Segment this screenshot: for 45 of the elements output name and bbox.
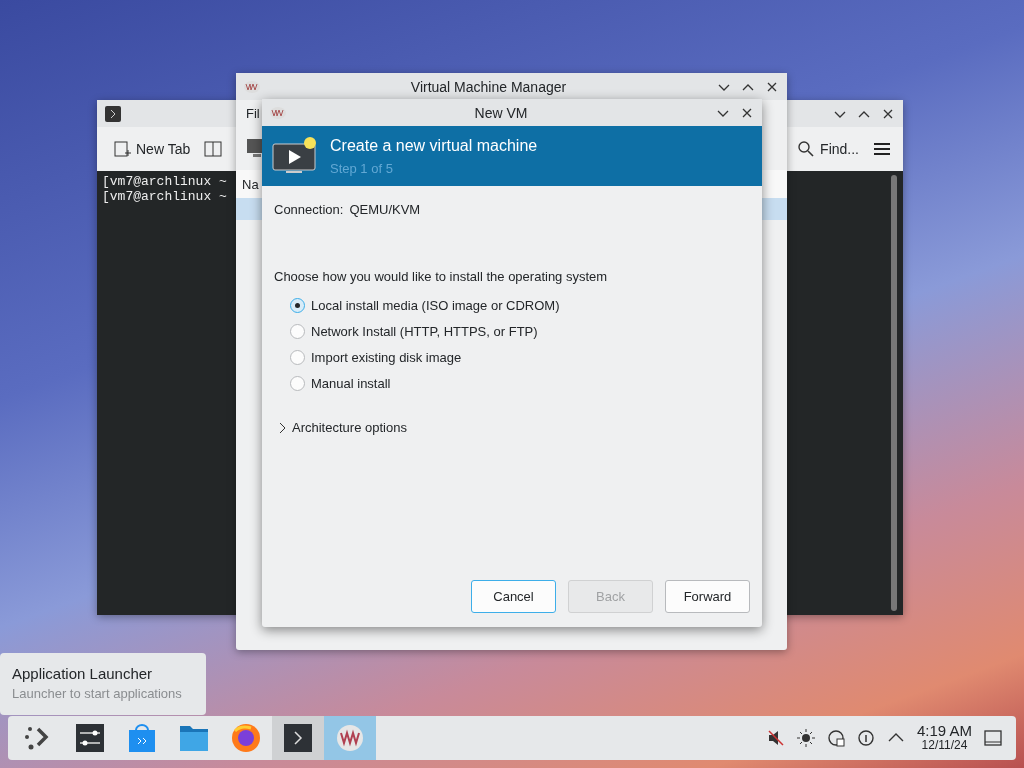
radio-option[interactable]: Network Install (HTTP, HTTPS, or FTP) [290,323,750,340]
connection-value: QEMU/KVM [349,202,421,217]
folder-icon [177,723,211,753]
radio-option[interactable]: Manual install [290,375,750,392]
menu-icon[interactable] [873,141,891,157]
brightness-icon[interactable] [796,729,815,747]
clock-date[interactable]: 12/11/24 [921,738,968,752]
expander[interactable]: Architecture options [274,420,407,435]
search-icon [797,140,816,158]
connection-label: Connection: [274,202,344,217]
new-tab-button[interactable]: New Tab [109,136,195,162]
vm-logo-icon [270,106,286,119]
tooltip-title: Application Launcher [12,665,154,682]
column-header[interactable]: Na [242,176,259,192]
terminal-icon [281,723,315,753]
muted-speaker-icon[interactable] [766,729,785,747]
menu-item[interactable]: Fil [246,105,260,121]
radio-option[interactable]: Local install media (ISO image or CDROM) [290,297,750,314]
window-title: Virtual Machine Manager [409,78,568,95]
browser-icon [229,723,263,753]
terminal-line: [vm7@archlinux ~ [102,189,227,204]
step-label: Step 1 of 5 [330,160,394,176]
install-prompt: Choose how you would like to install the operating system [274,269,609,284]
tooltip-subtitle: Launcher to start applications [12,686,183,701]
dialog-button[interactable]: Cancel [471,580,556,613]
gauge-icon[interactable] [856,729,875,747]
window-title: New VM [473,104,529,121]
show-desktop-icon[interactable] [984,729,1002,747]
header-title: Create a new virtual machine [330,136,538,155]
dialog-button[interactable]: Forward [665,580,750,613]
terminal-line: [vm7@archlinux ~ [102,174,227,189]
vm-logo-icon [244,80,260,93]
chevron-icon [278,421,286,434]
radio-option[interactable]: Import existing disk image [290,349,750,366]
clock-time[interactable]: 4:19 AM [916,724,972,738]
network-icon[interactable] [826,729,845,747]
find-button[interactable]: Find... [793,136,863,162]
split-view-icon[interactable] [204,140,223,158]
new-tab-icon [113,140,131,158]
taskbar-app[interactable] [272,716,324,760]
terminal-icon [105,105,121,122]
taskbar-app[interactable] [324,716,376,760]
scrollbar[interactable] [891,175,897,611]
monitor-play-icon [272,136,318,176]
sliders-icon [73,723,107,753]
